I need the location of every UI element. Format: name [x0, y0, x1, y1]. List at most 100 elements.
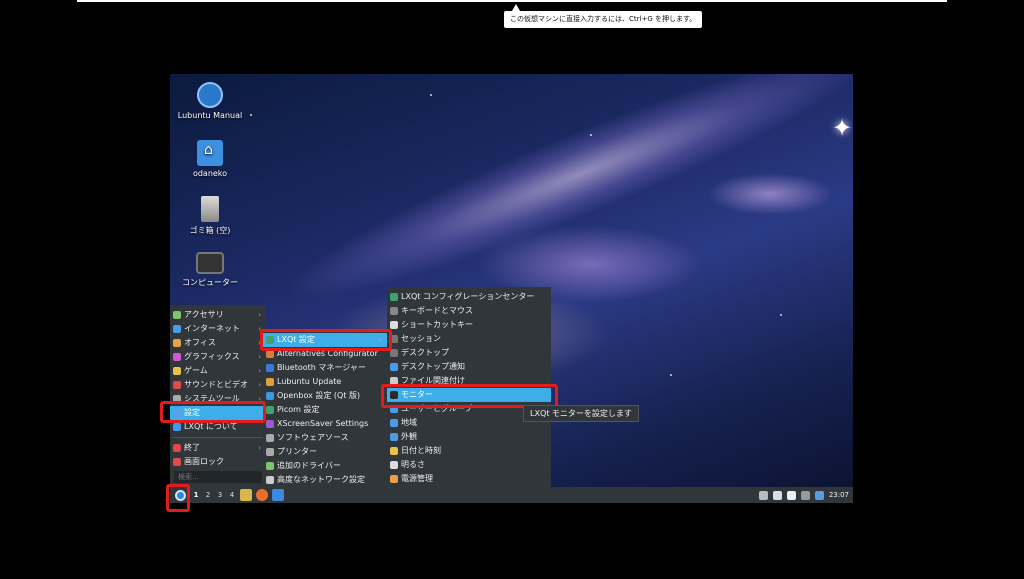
menu-item-label: Picom 設定 [277, 405, 320, 414]
main-menu-item[interactable]: 終了 › [170, 441, 266, 455]
main-menu-item[interactable]: オフィス › [170, 336, 266, 350]
chevron-right-icon: › [258, 311, 261, 319]
system-tray: 23:07 [758, 487, 853, 503]
clock[interactable]: 23:07 [829, 491, 849, 499]
settings-menu-item[interactable]: 追加のドライバー [263, 459, 387, 473]
lxqt-menu-item[interactable]: 明るさ [387, 458, 551, 472]
menu-item-icon [390, 349, 398, 357]
display-icon[interactable] [800, 490, 810, 500]
lxqt-menu-item[interactable]: セッション [387, 332, 551, 346]
settings-menu-item[interactable]: 高度なネットワーク設定 [263, 473, 387, 487]
menu-item-label: 地域 [401, 418, 417, 427]
trash-icon [201, 196, 219, 222]
star-sparkle-icon: ✦ [832, 114, 853, 142]
menu-search-input[interactable]: 検索... [174, 471, 262, 483]
desktop-icon-home[interactable]: odaneko [172, 140, 248, 178]
menu-item-label: デスクトップ通知 [401, 362, 465, 371]
volume-icon[interactable] [772, 490, 782, 500]
settings-menu-item[interactable]: Bluetooth マネージャー [263, 361, 387, 375]
settings-menu-item[interactable]: XScreenSaver Settings [263, 417, 387, 431]
star [780, 314, 782, 316]
lxqt-menu-item[interactable]: 日付と時刻 [387, 444, 551, 458]
menu-item-label: 電源管理 [401, 474, 433, 483]
settings-menu-item[interactable]: Picom 設定 [263, 403, 387, 417]
workspace-2[interactable]: 2 [202, 491, 214, 499]
main-menu-item[interactable]: アクセサリ › [170, 308, 266, 322]
main-menu-item[interactable]: グラフィックス › [170, 350, 266, 364]
menu-item-label: セッション [401, 334, 441, 343]
messaging-launcher-icon[interactable] [272, 489, 284, 501]
monitor-tooltip: LXQt モニターを設定します [523, 405, 639, 422]
chevron-right-icon: › [258, 381, 261, 389]
menu-item-icon [266, 476, 274, 484]
file-manager-launcher-icon[interactable] [240, 489, 252, 501]
workspace-1[interactable]: 1 [190, 491, 202, 499]
menu-item-label: 追加のドライバー [277, 461, 341, 470]
settings-menu-item[interactable]: ソフトウェアソース [263, 431, 387, 445]
lxqt-menu-item[interactable]: キーボードとマウス [387, 304, 551, 318]
network-icon[interactable] [814, 490, 824, 500]
menu-item-label: 日付と時刻 [401, 446, 441, 455]
menu-item-icon [266, 378, 274, 386]
menu-item-icon [390, 321, 398, 329]
desktop-icon-lubuntu-manual[interactable]: Lubuntu Manual [172, 82, 248, 120]
desktop-icon-computer[interactable]: コンピューター [172, 252, 248, 288]
menu-item-label: 外観 [401, 432, 417, 441]
settings-menu-item[interactable]: プリンター [263, 445, 387, 459]
menu-item-icon [266, 434, 274, 442]
lxqt-menu-item[interactable]: ショートカットキー [387, 318, 551, 332]
keyboard-indicator-icon[interactable] [758, 490, 768, 500]
lxqt-menu-item[interactable]: デスクトップ通知 [387, 360, 551, 374]
menu-item-icon [173, 311, 181, 319]
main-menu-item[interactable]: ゲーム › [170, 364, 266, 378]
menu-item-icon [390, 293, 398, 301]
firefox-launcher-icon[interactable] [256, 489, 268, 501]
workspace-3[interactable]: 3 [214, 491, 226, 499]
workspace-4[interactable]: 4 [226, 491, 238, 499]
menu-item-label: デスクトップ [401, 348, 449, 357]
menu-item-label: 終了 [184, 443, 200, 452]
menu-item-label: アクセサリ [184, 310, 224, 319]
menu-item-label: 画面ロック [184, 457, 224, 466]
lxqt-menu-item[interactable]: 外観 [387, 430, 551, 444]
desktop-icon-label: Lubuntu Manual [177, 111, 243, 120]
menu-item-icon [266, 392, 274, 400]
lxqt-menu-item[interactable]: 電源管理 [387, 472, 551, 486]
menu-item-label: Openbox 設定 (Qt 版) [277, 391, 361, 400]
settings-menu-item[interactable]: Lubuntu Update [263, 375, 387, 389]
main-menu-item[interactable]: 画面ロック [170, 455, 266, 469]
menu-separator [172, 437, 264, 438]
star [670, 374, 672, 376]
menu-item-icon [173, 458, 181, 466]
menu-item-icon [390, 419, 398, 427]
menu-item-icon [390, 433, 398, 441]
desktop-icon-label: ゴミ箱 (空) [189, 226, 231, 235]
menu-item-label: グラフィックス [184, 352, 240, 361]
taskbar: 1 2 3 4 23:07 [170, 487, 853, 503]
desktop-icon-trash[interactable]: ゴミ箱 (空) [172, 196, 248, 236]
lxqt-menu-item[interactable]: デスクトップ [387, 346, 551, 360]
annotation-start-button [166, 484, 190, 512]
clipboard-icon[interactable] [786, 490, 796, 500]
menu-item-icon [173, 381, 181, 389]
main-menu-item[interactable]: サウンドとビデオ › [170, 378, 266, 392]
star [430, 94, 432, 96]
settings-menu-item[interactable]: Openbox 設定 (Qt 版) [263, 389, 387, 403]
lxqt-menu-item[interactable]: LXQt コンフィグレーションセンター [387, 290, 551, 304]
menu-item-label: LXQt について [184, 422, 238, 431]
menu-item-icon [266, 462, 274, 470]
milky-way-wallpaper [277, 74, 853, 328]
annotation-lxqt-settings [260, 329, 392, 351]
vm-input-hint: この仮想マシンに直接入力するには、Ctrl+G を押します。 [504, 4, 703, 28]
manual-icon [197, 82, 223, 108]
menu-item-icon [266, 350, 274, 358]
menu-item-label: キーボードとマウス [401, 306, 473, 315]
menu-item-label: インターネット [184, 324, 240, 333]
menu-item-label: Lubuntu Update [277, 377, 342, 386]
menu-item-icon [173, 367, 181, 375]
main-menu-item[interactable]: インターネット › [170, 322, 266, 336]
menu-item-icon [173, 353, 181, 361]
desktop[interactable]: ✦ Lubuntu Manual odaneko ゴミ箱 (空) コンピューター… [170, 74, 853, 503]
computer-icon [196, 252, 224, 274]
chevron-right-icon: › [258, 444, 261, 452]
